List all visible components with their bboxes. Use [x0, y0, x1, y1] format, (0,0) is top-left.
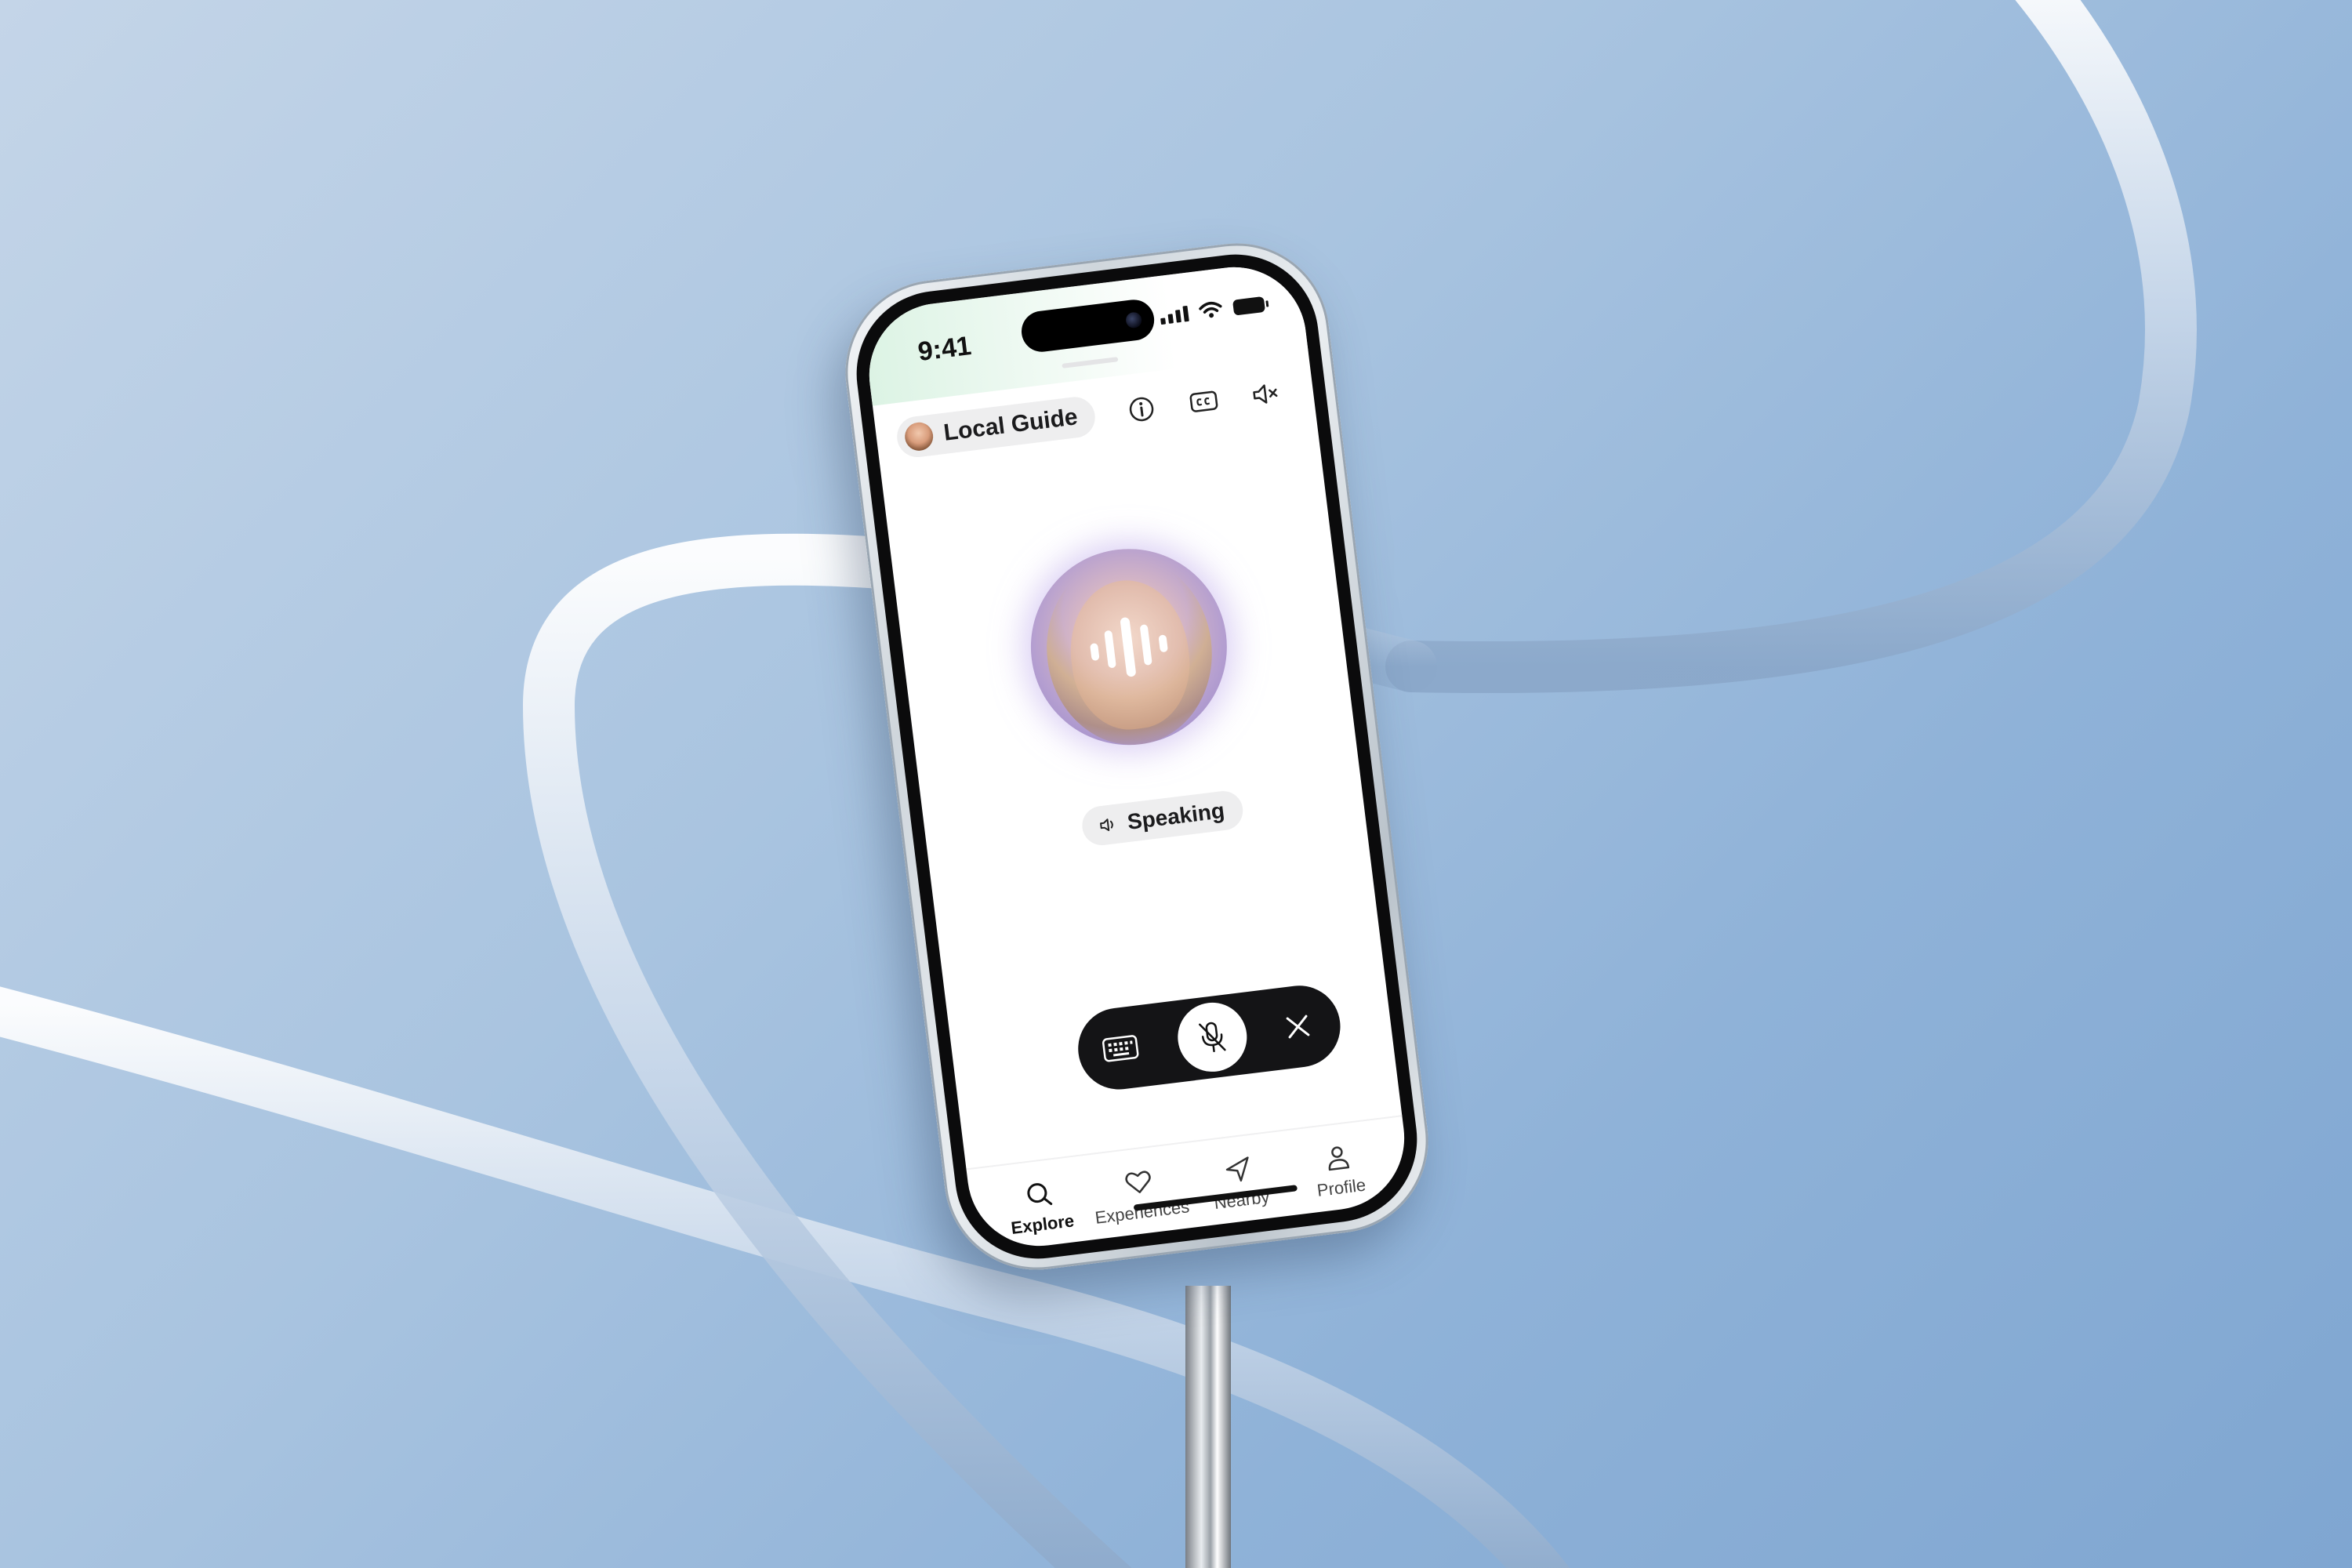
dynamic-island — [1019, 297, 1157, 354]
status-icons — [1159, 295, 1266, 325]
person-icon — [1328, 1146, 1350, 1171]
speaker-icon — [1100, 818, 1113, 832]
info-icon[interactable] — [1124, 392, 1160, 427]
guide-label: Local Guide — [942, 404, 1080, 446]
status-time: 9:41 — [916, 330, 973, 368]
speaking-status: Speaking — [1080, 789, 1246, 848]
heart-icon — [1125, 1171, 1151, 1193]
keyboard-icon[interactable] — [1100, 1031, 1142, 1067]
phone-stand — [1185, 1286, 1231, 1568]
speaking-label: Speaking — [1126, 798, 1226, 834]
header-actions — [1124, 376, 1283, 426]
tab-label: Profile — [1316, 1174, 1367, 1201]
navigation-icon — [1225, 1156, 1249, 1182]
tab-explore[interactable]: Explore — [990, 1174, 1091, 1251]
mute-icon[interactable] — [1249, 376, 1284, 412]
guide-portrait — [1019, 537, 1239, 757]
soundwave-icon — [1090, 617, 1168, 677]
tab-profile[interactable]: Profile — [1290, 1138, 1391, 1214]
local-guide-chip[interactable]: Local Guide — [895, 394, 1098, 460]
tab-label: Explore — [1010, 1210, 1076, 1238]
voice-control-bar — [1073, 981, 1345, 1094]
signal-icon — [1160, 305, 1189, 325]
guide-avatar — [903, 420, 935, 452]
camera-icon — [1124, 311, 1143, 329]
battery-icon — [1232, 296, 1266, 316]
mic-off-button[interactable] — [1174, 998, 1251, 1076]
mic-off-icon — [1198, 1022, 1226, 1053]
search-icon — [1027, 1183, 1053, 1206]
wifi-icon — [1199, 302, 1222, 318]
closed-captions-icon[interactable] — [1186, 384, 1221, 419]
close-icon[interactable] — [1282, 1011, 1313, 1042]
